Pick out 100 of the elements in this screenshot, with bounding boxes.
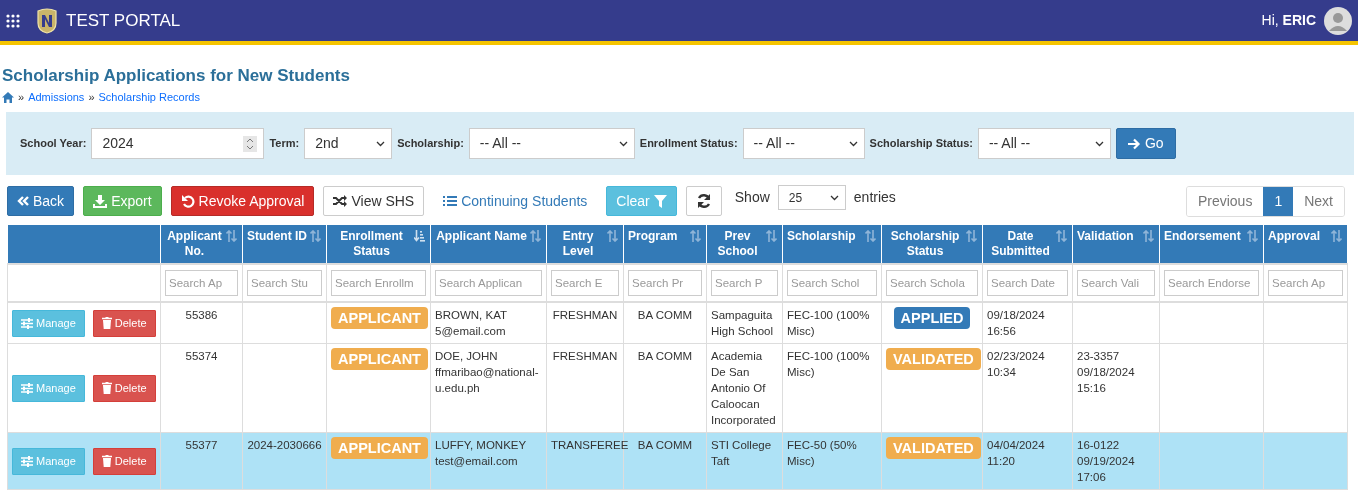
search-field[interactable]: Search Pr xyxy=(628,270,702,296)
column-header[interactable]: Applicant No. xyxy=(160,225,243,264)
sort-icon xyxy=(310,230,321,242)
dropdown-caret-icon xyxy=(829,194,839,201)
sliders-icon xyxy=(21,317,33,329)
dropdown-caret-icon xyxy=(1094,140,1104,147)
sort-icon xyxy=(607,230,618,242)
delete-button[interactable]: Delete xyxy=(92,309,156,337)
table-cell-text: 16-0122 xyxy=(1077,438,1121,453)
sort-icon xyxy=(1056,230,1067,242)
search-field[interactable]: Search Vali xyxy=(1077,270,1155,296)
go-button[interactable]: Go xyxy=(1115,128,1176,159)
shield-logo-icon xyxy=(36,7,58,34)
search-field[interactable]: Search Ap xyxy=(1268,270,1343,296)
toolbar-button[interactable]: Export xyxy=(83,186,162,216)
list-icon xyxy=(443,195,458,207)
search-field[interactable]: Search Stu xyxy=(247,270,322,296)
table-cell: STI College Taft xyxy=(706,432,783,490)
search-field[interactable]: Search Applican xyxy=(435,270,542,296)
column-header[interactable]: Applicant Name xyxy=(430,225,547,264)
table-cell: 55386 xyxy=(160,302,243,344)
sort-icon xyxy=(226,230,237,242)
breadcrumb-link[interactable]: Scholarship Records xyxy=(98,90,200,104)
search-field[interactable]: Search Enrollm xyxy=(331,270,426,296)
column-header[interactable]: Prev School xyxy=(706,225,783,264)
select-field[interactable]: -- All -- xyxy=(977,128,1111,159)
column-header[interactable]: Approval xyxy=(1263,225,1348,264)
status-label: VALIDATED xyxy=(886,437,981,459)
sliders-icon xyxy=(21,455,33,467)
length-label: entries xyxy=(853,188,896,207)
trash-icon xyxy=(101,382,112,394)
user-greeting: Hi, ERIC xyxy=(1261,11,1316,30)
column-header[interactable]: Program xyxy=(623,225,707,264)
sort-icon xyxy=(690,230,701,242)
arrow-right-icon xyxy=(1127,137,1141,150)
column-header[interactable]: Date Submitted xyxy=(982,225,1073,264)
dropdown-caret-icon xyxy=(376,140,386,147)
sort-icon xyxy=(766,230,777,242)
page-button[interactable]: 1 xyxy=(1263,186,1294,216)
search-field[interactable]: Search Schol xyxy=(787,270,877,296)
filter-label: Scholarship: xyxy=(397,136,464,152)
brand-name[interactable]: TEST PORTAL xyxy=(66,7,181,34)
breadcrumb-separator: » xyxy=(18,90,25,104)
table-cell-text: 15:16 xyxy=(1077,381,1107,396)
search-field[interactable]: Search Ap xyxy=(165,270,238,296)
table-cell-text: DOE, JOHN xyxy=(435,349,499,364)
toolbar-button[interactable]: Back xyxy=(7,186,75,216)
status-label: VALIDATED xyxy=(886,348,981,370)
status-label: APPLICANT xyxy=(331,307,428,329)
table-cell: FRESHMAN xyxy=(546,302,624,344)
toolbar-button[interactable]: View SHS xyxy=(323,186,425,216)
search-field[interactable]: Search Endorse xyxy=(1164,270,1259,296)
column-header[interactable]: Entry Level xyxy=(546,225,624,264)
column-header[interactable]: Validation xyxy=(1072,225,1160,264)
column-header[interactable]: Scholarship xyxy=(782,225,882,264)
sliders-icon xyxy=(21,382,33,394)
breadcrumb-link[interactable]: Admissions xyxy=(28,90,85,104)
table-cell-text: 16:56 xyxy=(987,324,1017,339)
column-header[interactable]: Student ID xyxy=(242,225,327,264)
table-cell: FRESHMAN xyxy=(546,343,624,433)
sort-icon xyxy=(966,230,977,242)
table-cell-text: 17:06 xyxy=(1077,470,1107,485)
filter-label: School Year: xyxy=(20,136,87,152)
apps-grid-icon[interactable] xyxy=(6,13,20,28)
page-size-select[interactable]: 25 xyxy=(777,185,846,210)
search-field[interactable]: Search Schola xyxy=(886,270,978,296)
table-cell: FEC-100 (100% Misc) xyxy=(782,343,882,433)
sort-ascending-icon xyxy=(414,230,425,242)
table-cell-text: 04/04/2024 xyxy=(987,438,1046,453)
column-header[interactable]: Enrollment Status xyxy=(326,225,431,264)
page-title: Scholarship Applications for New Students xyxy=(2,65,351,87)
number-field[interactable]: 2024 xyxy=(91,128,265,159)
search-field[interactable]: Search Date xyxy=(987,270,1068,296)
table-cell: Sampaguita High School xyxy=(706,302,783,344)
table-cell-text: 23-3357 xyxy=(1077,349,1121,364)
delete-button[interactable]: Delete xyxy=(92,374,156,402)
table-cell: 55377 xyxy=(160,432,243,490)
select-field[interactable]: -- All -- xyxy=(468,128,635,159)
search-field[interactable]: Search E xyxy=(551,270,619,296)
column-header[interactable]: Endorsement xyxy=(1159,225,1264,264)
column-header[interactable]: Scholarship Status xyxy=(881,225,983,264)
search-field[interactable]: Search P xyxy=(711,270,778,296)
sort-icon xyxy=(530,230,541,242)
filter-icon xyxy=(653,194,667,208)
select-field[interactable]: 2nd xyxy=(304,128,393,159)
link-button[interactable]: Continuing Students xyxy=(433,186,598,216)
status-label: APPLICANT xyxy=(331,348,428,370)
table-cell: 2024-2030666 xyxy=(242,432,327,490)
table-cell-text: 10:34 xyxy=(987,365,1017,380)
select-field[interactable]: -- All -- xyxy=(742,128,865,159)
home-icon[interactable] xyxy=(2,91,14,103)
breadcrumb-separator: » xyxy=(88,90,95,104)
table-cell-text: LUFFY, MONKEY xyxy=(435,438,528,453)
avatar-icon[interactable] xyxy=(1324,6,1352,35)
refresh-icon xyxy=(695,193,712,209)
sort-icon xyxy=(865,230,876,242)
toolbar-button[interactable]: Revoke Approval xyxy=(170,186,315,216)
table-cell: FEC-50 (50% Misc) xyxy=(782,432,882,490)
delete-button[interactable]: Delete xyxy=(92,447,156,475)
refresh-button[interactable] xyxy=(685,186,722,216)
